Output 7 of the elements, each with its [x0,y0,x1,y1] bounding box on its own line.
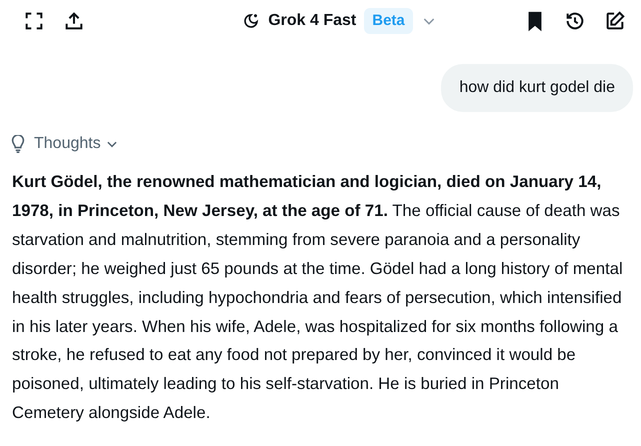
beta-badge: Beta [364,8,413,34]
moon-icon [242,12,260,30]
thoughts-toggle[interactable]: Thoughts [34,132,119,156]
model-name[interactable]: Grok 4 Fast [268,9,356,33]
user-message: how did kurt godel die [441,64,633,112]
answer-paragraph: Kurt Gödel, the renowned mathematician and logician, died on January 14, 1978, in Princeton, New Jersey, at the age of 71. The official cause of death was starvation and malnutrition, stemming from severe paranoia and a personality disorder; he weighed just 65 pounds at the time. Gödel had a long history of mental health struggles, including hypochondria and fears of persecution, which intensified in his later years. When his wife, Adele, was hospitalized for six months following a stroke, he refused to eat any food not prepared by her, convinced it would be poisoned, ultimately leading to his self-starvation. He is buried in Princeton Cemetery alongside Adele. [11,171,624,424]
lightbulb-icon [10,135,26,153]
